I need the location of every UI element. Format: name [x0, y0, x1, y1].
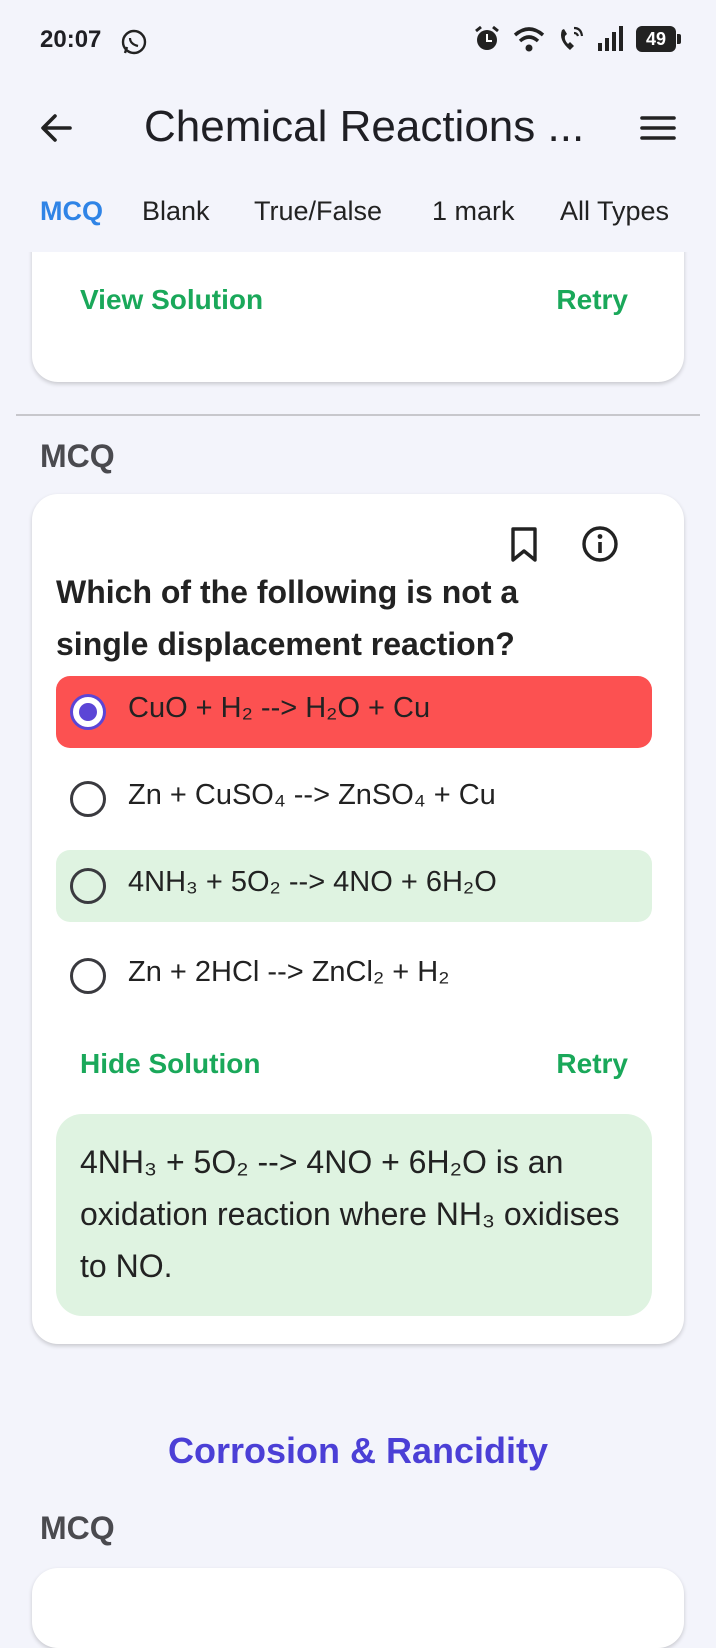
solution-box: 4NH₃ + 5O₂ --> 4NO + 6H₂O is an oxidatio…	[56, 1114, 652, 1316]
alarm-icon	[475, 25, 499, 50]
option-4[interactable]: Zn + 2HCl --> ZnCl₂ + H₂	[56, 940, 652, 1012]
wifi-icon	[513, 27, 545, 52]
hide-solution-button[interactable]: Hide Solution	[80, 1048, 260, 1080]
view-solution-button[interactable]: View Solution	[80, 284, 263, 316]
previous-question-card: View Solution Retry	[32, 232, 684, 382]
option-2[interactable]: Zn + CuSO₄ --> ZnSO₄ + Cu	[56, 763, 652, 835]
option-3[interactable]: 4NH₃ + 5O₂ --> 4NO + 6H₂O	[56, 850, 652, 922]
section-label: MCQ	[40, 438, 115, 474]
radio-unselected[interactable]	[70, 781, 106, 817]
whatsapp-icon	[121, 29, 147, 55]
tab-mcq[interactable]: MCQ	[40, 196, 103, 227]
section-label: MCQ	[40, 1510, 115, 1546]
page-title: Chemical Reactions ...	[144, 102, 585, 151]
retry-button[interactable]: Retry	[556, 1048, 628, 1080]
status-time: 20:07	[40, 26, 102, 53]
signal-icon	[598, 26, 623, 51]
solution-text: 4NH₃ + 5O₂ --> 4NO + 6H₂O is an oxidatio…	[80, 1144, 620, 1284]
app-bar: Chemical Reactions ...	[0, 84, 716, 172]
option-text: 4NH₃ + 5O₂ --> 4NO + 6H₂O	[128, 866, 497, 898]
radio-unselected[interactable]	[70, 868, 106, 904]
menu-icon[interactable]	[636, 106, 680, 150]
info-icon[interactable]	[580, 524, 620, 564]
option-text: Zn + CuSO₄ --> ZnSO₄ + Cu	[128, 779, 496, 811]
bookmark-icon[interactable]	[504, 524, 544, 564]
question-text: Which of the following is not a single d…	[56, 574, 519, 662]
wifi-call-icon	[561, 26, 584, 50]
option-text: Zn + 2HCl --> ZnCl₂ + H₂	[128, 956, 450, 988]
tab-all-types[interactable]: All Types	[560, 196, 669, 227]
battery-level: 49	[645, 28, 667, 49]
radio-selected[interactable]	[70, 694, 106, 730]
battery-icon: 49	[636, 26, 681, 52]
option-1[interactable]: CuO + H₂ --> H₂O + Cu	[56, 676, 652, 748]
next-question-card	[32, 1568, 684, 1648]
retry-button[interactable]: Retry	[556, 284, 628, 316]
divider	[16, 414, 700, 416]
radio-unselected[interactable]	[70, 958, 106, 994]
tab-bar-overlay: MCQ Blank True/False 1 mark All Types	[0, 196, 716, 242]
arrow-back-icon[interactable]	[34, 106, 78, 150]
tab-true-false[interactable]: True/False	[254, 196, 382, 227]
option-text: CuO + H₂ --> H₂O + Cu	[128, 692, 431, 724]
topic-heading: Corrosion & Rancidity	[167, 1430, 549, 1471]
tab-1-mark[interactable]: 1 mark	[432, 196, 515, 227]
status-bar: 20:07 49	[0, 0, 716, 84]
tab-blank[interactable]: Blank	[142, 196, 210, 227]
